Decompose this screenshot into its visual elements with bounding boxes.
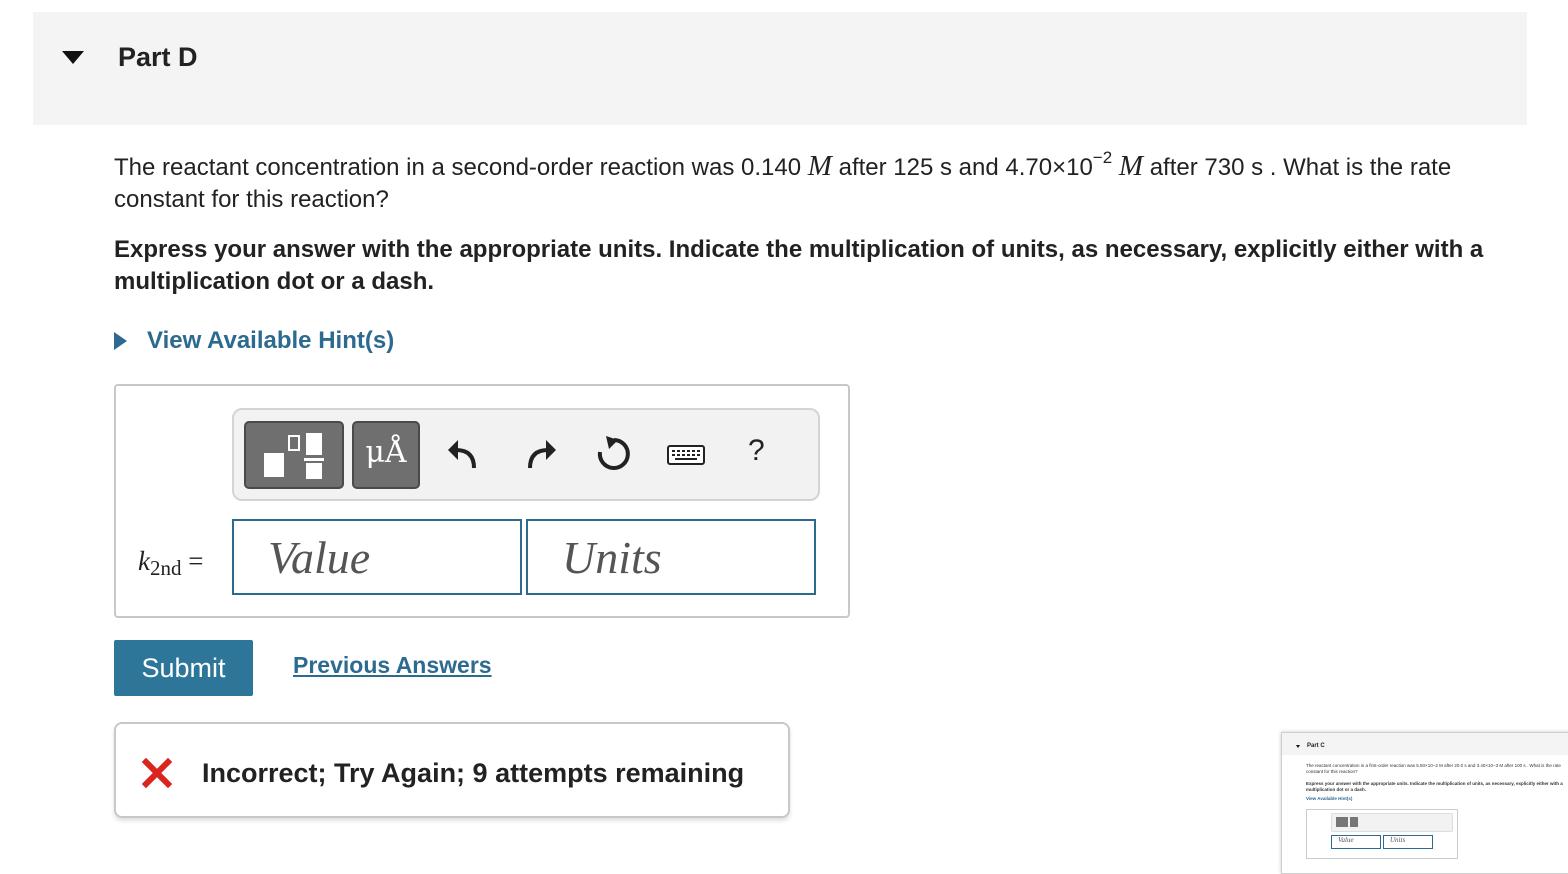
answer-instruction: Express your answer with the appropriate… bbox=[114, 236, 1484, 295]
submit-button[interactable]: Submit bbox=[114, 640, 253, 696]
math-toolbar: μÅ ? bbox=[232, 408, 820, 501]
question-text-1: The reactant concentration in a second-o… bbox=[114, 154, 808, 181]
help-icon[interactable]: ? bbox=[748, 434, 765, 468]
units-input[interactable]: Units bbox=[526, 519, 816, 595]
exponent: −2 bbox=[1092, 148, 1113, 167]
variable-label: k2nd = bbox=[138, 546, 203, 581]
variable-subscript: 2nd bbox=[149, 556, 182, 580]
view-hints-link[interactable]: View Available Hint(s) bbox=[114, 327, 394, 355]
thumbnail-toolbar bbox=[1331, 813, 1453, 832]
templates-button[interactable] bbox=[244, 421, 344, 489]
thumbnail-hint: View Available Hint(s) bbox=[1306, 796, 1353, 801]
part-title: Part D bbox=[118, 42, 198, 72]
screenshot-thumbnail[interactable]: Part C The reactant concentration in a f… bbox=[1281, 732, 1568, 874]
view-hints-label: View Available Hint(s) bbox=[147, 327, 395, 354]
thumbnail-units-field: Units bbox=[1383, 835, 1433, 849]
feedback-box: Incorrect; Try Again; 9 attempts remaini… bbox=[114, 722, 790, 818]
keyboard-icon[interactable] bbox=[666, 434, 706, 474]
value-input[interactable]: Value bbox=[232, 519, 522, 595]
expand-caret-icon bbox=[114, 332, 127, 350]
thumbnail-instruction: Express your answer with the appropriate… bbox=[1306, 781, 1563, 792]
variable-symbol: k bbox=[138, 546, 150, 576]
feedback-message: Incorrect; Try Again; 9 attempts remaini… bbox=[202, 758, 745, 788]
thumbnail-caret-icon bbox=[1296, 745, 1300, 748]
equals-sign: = bbox=[188, 546, 204, 576]
thumbnail-title: Part C bbox=[1307, 743, 1325, 749]
thumbnail-answer-box: Value Units bbox=[1306, 809, 1458, 859]
incorrect-x-icon bbox=[142, 758, 172, 788]
part-header[interactable] bbox=[33, 12, 1527, 125]
units-button-label: μÅ bbox=[365, 435, 407, 470]
units-button[interactable]: μÅ bbox=[352, 421, 420, 489]
thumbnail-question: The reactant concentration in a first-or… bbox=[1306, 763, 1561, 774]
molarity-unit: M bbox=[807, 150, 832, 182]
reset-icon[interactable] bbox=[592, 434, 632, 474]
thumbnail-value-field: Value bbox=[1331, 835, 1381, 849]
question-text: The reactant concentration in a second-o… bbox=[114, 148, 1534, 216]
undo-icon[interactable] bbox=[444, 434, 484, 474]
molarity-unit-2: M bbox=[1118, 150, 1144, 182]
redo-icon[interactable] bbox=[520, 434, 560, 474]
collapse-caret-icon[interactable] bbox=[62, 51, 84, 64]
answer-box: μÅ ? k2nd = Value Units bbox=[114, 384, 850, 618]
previous-answers-link[interactable]: Previous Answers bbox=[293, 652, 492, 679]
question-text-2: after 125 s and 4.70×10 bbox=[831, 154, 1093, 181]
